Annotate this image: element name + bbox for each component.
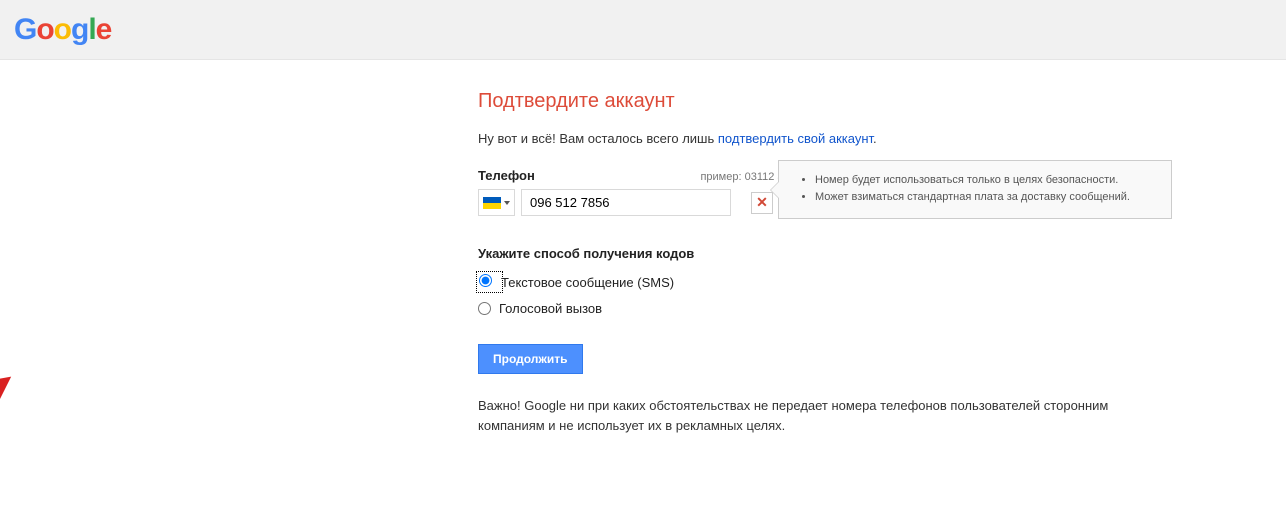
ukraine-flag-icon (483, 197, 501, 209)
phone-section: Телефон пример: 03112 34567 ✕ Номер буде… (478, 168, 1286, 216)
radio-voice[interactable] (478, 302, 491, 315)
radio-voice-label: Голосовой вызов (499, 301, 602, 316)
annotation-arrow-bottom (0, 370, 20, 500)
privacy-disclaimer: Важно! Google ни при каких обстоятельств… (478, 396, 1138, 435)
radio-option-voice[interactable]: Голосовой вызов (478, 301, 1286, 316)
phone-input[interactable] (521, 189, 731, 216)
radio-sms[interactable] (479, 274, 492, 287)
intro-text: Ну вот и всё! Вам осталось всего лишь по… (478, 131, 1286, 146)
country-code-selector[interactable] (478, 189, 515, 216)
tooltip-item: Номер будет использоваться только в целя… (815, 173, 1157, 188)
page-title: Подтвердите аккаунт (478, 90, 1286, 113)
radio-sms-label: Текстовое сообщение (SMS) (501, 275, 674, 290)
intro-prefix: Ну вот и всё! Вам осталось всего лишь (478, 131, 718, 146)
phone-info-tooltip: Номер будет использоваться только в целя… (778, 160, 1172, 219)
google-logo: Google (14, 13, 111, 47)
continue-button[interactable]: Продолжить (478, 344, 583, 374)
delivery-method-label: Укажите способ получения кодов (478, 246, 1286, 261)
phone-label: Телефон (478, 168, 700, 183)
tooltip-item: Может взиматься стандартная плата за дос… (815, 190, 1157, 205)
intro-suffix: . (873, 131, 877, 146)
verify-account-link[interactable]: подтвердить свой аккаунт (718, 131, 873, 146)
radio-option-sms[interactable]: Текстовое сообщение (SMS) (478, 273, 1286, 291)
chevron-down-icon (504, 201, 510, 205)
close-icon: ✕ (756, 194, 768, 211)
main-content: Подтвердите аккаунт Ну вот и всё! Вам ос… (0, 60, 1286, 435)
page-header: Google (0, 0, 1286, 60)
annotation-arrow-top (0, 140, 15, 330)
